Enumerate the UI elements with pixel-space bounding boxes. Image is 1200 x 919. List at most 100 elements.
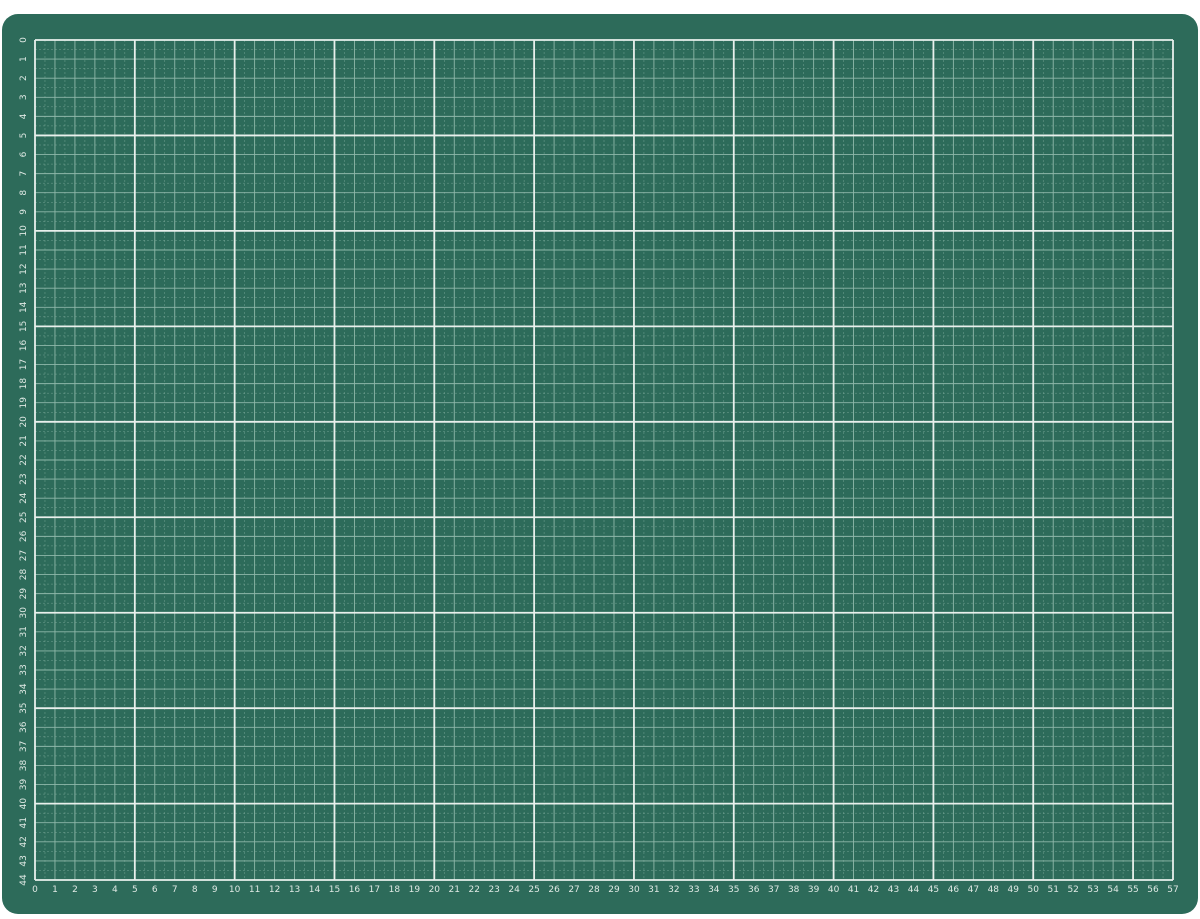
left-ruler-label: 8 [19, 190, 29, 196]
left-ruler-label: 42 [19, 836, 29, 847]
bottom-ruler-label: 24 [508, 885, 520, 895]
bottom-ruler-label: 27 [568, 885, 579, 895]
bottom-ruler-label: 37 [768, 885, 779, 895]
left-ruler-label: 15 [19, 321, 29, 332]
left-ruler-label: 35 [19, 702, 29, 713]
bottom-ruler-label: 26 [548, 885, 560, 895]
left-ruler-label: 25 [19, 512, 29, 523]
left-ruler-label: 44 [19, 874, 29, 886]
bottom-ruler-label: 21 [449, 885, 460, 895]
left-ruler-label: 23 [19, 473, 29, 484]
bottom-ruler-label: 20 [429, 885, 441, 895]
left-ruler-label: 16 [19, 339, 29, 351]
bottom-ruler-label: 17 [369, 885, 380, 895]
left-ruler-label: 29 [19, 588, 29, 600]
bottom-ruler-label: 38 [788, 885, 800, 895]
left-ruler-label: 4 [19, 113, 29, 119]
bottom-ruler-label: 46 [948, 885, 960, 895]
bottom-ruler-label: 4 [112, 885, 118, 895]
left-ruler-label: 9 [19, 209, 29, 215]
bottom-ruler-label: 9 [212, 885, 218, 895]
bottom-ruler-label: 54 [1107, 885, 1119, 895]
bottom-ruler-label: 43 [888, 885, 899, 895]
left-ruler-label: 1 [19, 56, 29, 62]
left-ruler-label: 5 [19, 133, 29, 139]
left-ruler-label: 11 [19, 244, 29, 255]
left-ruler-label: 2 [19, 75, 29, 81]
bottom-ruler-label: 35 [728, 885, 739, 895]
bottom-ruler-label: 53 [1087, 885, 1098, 895]
left-ruler-label: 27 [19, 550, 29, 561]
bottom-ruler-label: 10 [229, 885, 241, 895]
left-ruler-label: 30 [19, 607, 29, 619]
bottom-ruler-label: 5 [132, 885, 138, 895]
left-ruler-label: 31 [19, 626, 29, 637]
bottom-ruler-label: 55 [1127, 885, 1138, 895]
bottom-ruler-label: 18 [389, 885, 401, 895]
bottom-ruler-label: 48 [988, 885, 1000, 895]
bottom-ruler-label: 25 [528, 885, 539, 895]
bottom-ruler-label: 8 [192, 885, 198, 895]
left-ruler-label: 37 [19, 741, 29, 752]
bottom-ruler-label: 47 [968, 885, 979, 895]
bottom-ruler-label: 14 [309, 885, 321, 895]
left-ruler-label: 3 [19, 94, 29, 100]
bottom-ruler-label: 41 [848, 885, 859, 895]
bottom-ruler-label: 50 [1028, 885, 1040, 895]
left-ruler-label: 13 [19, 282, 29, 293]
left-ruler-label: 21 [19, 435, 29, 446]
bottom-ruler-label: 45 [928, 885, 939, 895]
bottom-ruler-label: 57 [1167, 885, 1178, 895]
bottom-ruler-label: 2 [72, 885, 78, 895]
left-ruler-label: 17 [19, 359, 29, 370]
left-ruler-label: 24 [19, 492, 29, 504]
bottom-ruler-label: 0 [32, 885, 38, 895]
cutting-mat-image: 0 1 2 3 4 5 6 7 8 9 10 11 12 13 14 15 16 17 18 19 20 21 22 23 24… [0, 0, 1200, 919]
left-ruler-label: 19 [19, 397, 29, 409]
left-ruler-label: 18 [19, 378, 29, 390]
left-ruler-label: 10 [19, 225, 29, 237]
bottom-ruler-label: 40 [828, 885, 840, 895]
bottom-ruler-label: 29 [608, 885, 620, 895]
left-ruler-label: 41 [19, 817, 29, 828]
left-ruler-label: 20 [19, 416, 29, 428]
left-ruler-label: 34 [19, 683, 29, 695]
cutting-mat: 0 1 2 3 4 5 6 7 8 9 10 11 12 13 14 15 16 17 18 19 20 21 22 23 24… [2, 14, 1198, 914]
bottom-ruler-label: 7 [172, 885, 178, 895]
bottom-ruler-label: 33 [688, 885, 699, 895]
bottom-ruler-label: 32 [668, 885, 679, 895]
bottom-ruler-label: 13 [289, 885, 300, 895]
left-ruler-label: 33 [19, 664, 29, 675]
left-ruler-label: 28 [19, 569, 29, 581]
bottom-ruler-label: 3 [92, 885, 98, 895]
left-ruler-label: 12 [19, 263, 29, 274]
left-ruler-label: 26 [19, 530, 29, 542]
bottom-ruler-label: 1 [52, 885, 58, 895]
bottom-ruler-label: 28 [588, 885, 600, 895]
bottom-ruler-label: 23 [488, 885, 499, 895]
mat-body [2, 14, 1198, 914]
bottom-ruler-label: 49 [1008, 885, 1020, 895]
left-ruler-label: 0 [19, 37, 29, 43]
bottom-ruler-label: 30 [628, 885, 640, 895]
bottom-ruler-label: 11 [249, 885, 260, 895]
bottom-ruler-label: 34 [708, 885, 720, 895]
bottom-ruler-label: 31 [648, 885, 659, 895]
left-ruler-label: 40 [19, 798, 29, 810]
bottom-ruler-label: 16 [349, 885, 361, 895]
bottom-ruler-label: 39 [808, 885, 820, 895]
left-ruler-label: 39 [19, 779, 29, 791]
bottom-ruler-label: 15 [329, 885, 340, 895]
bottom-ruler-label: 44 [908, 885, 920, 895]
left-ruler-label: 22 [19, 454, 29, 465]
bottom-ruler-label: 51 [1047, 885, 1058, 895]
left-ruler-label: 32 [19, 645, 29, 656]
bottom-ruler-label: 52 [1067, 885, 1078, 895]
left-ruler-label: 6 [19, 151, 29, 157]
bottom-ruler-label: 56 [1147, 885, 1159, 895]
bottom-ruler-label: 42 [868, 885, 879, 895]
left-ruler-label: 7 [19, 171, 29, 177]
bottom-ruler-label: 6 [152, 885, 158, 895]
bottom-ruler-label: 22 [469, 885, 480, 895]
left-ruler-label: 36 [19, 721, 29, 733]
